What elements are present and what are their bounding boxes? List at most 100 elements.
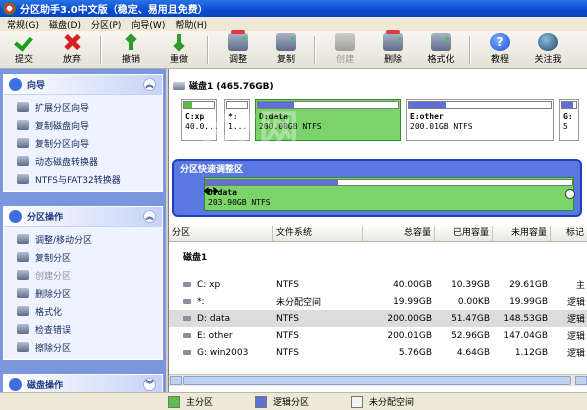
sidebar-item-extend-wizard[interactable]: 扩展分区向导 [4, 98, 162, 116]
sidebar-item-delete-partition[interactable]: 删除分区 [4, 284, 162, 302]
drive-icon [17, 120, 29, 130]
partition-block-e[interactable]: E:other 200.01GB NTFS [406, 99, 554, 141]
table-horizontal-scrollbar[interactable] [169, 374, 587, 386]
sidebar-item-ntfs-fat32-converter[interactable]: NTFS与FAT32转换器 [4, 170, 162, 188]
resize-handle-left-icon[interactable] [204, 187, 218, 195]
create-button[interactable]: 创建 [325, 32, 365, 68]
about-button[interactable]: 关注我 [528, 32, 568, 68]
drive-icon [17, 252, 29, 262]
help-icon: ? [490, 33, 510, 51]
resize-handle-right[interactable] [565, 189, 575, 199]
primary-swatch [168, 395, 180, 408]
drive-icon [17, 324, 29, 334]
sidebar-item-create-partition[interactable]: 创建分区 [4, 266, 162, 284]
menu-bar: 常规(G) 磁盘(D) 分区(P) 向导(W) 帮助(H) [0, 17, 587, 31]
wizard-panel: 向导 ︽ 扩展分区向导 复制磁盘向导 复制分区向导 动态磁盘转换器 NTFS与FA… [3, 74, 163, 192]
partition-table: 分区 文件系统 总容量 已用容量 未用容量 标记 磁盘1 C: xp NTFS … [169, 226, 587, 386]
col-filesystem[interactable]: 文件系统 [273, 226, 363, 241]
drive-icon [17, 138, 29, 148]
sidebar-item-copy-partition[interactable]: 复制分区 [4, 248, 162, 266]
close-icon [62, 33, 82, 51]
discard-button[interactable]: 放弃 [52, 32, 92, 68]
col-free[interactable]: 未用容量 [493, 226, 551, 241]
col-total[interactable]: 总容量 [363, 226, 435, 241]
copy-button[interactable]: 复制 [266, 32, 306, 68]
col-flag[interactable]: 标记 [551, 226, 587, 241]
create-drive-icon [335, 33, 355, 51]
hard-disk-icon [173, 81, 185, 90]
menu-wizard[interactable]: 向导(W) [126, 18, 170, 31]
quick-partition-name: D:data [208, 188, 237, 197]
drive-icon [17, 270, 29, 280]
chevron-up-icon[interactable]: ︽ [143, 210, 156, 223]
partition-block-g[interactable]: G: 5 [559, 99, 579, 141]
menu-disk[interactable]: 磁盘(D) [44, 18, 86, 31]
toolbar: 提交 放弃 撤销 重做 调整 复制 创建 删除 格式化 ? 教程 关注我 [0, 30, 587, 69]
drive-icon [17, 234, 29, 244]
drive-icon [183, 333, 191, 338]
menu-partition[interactable]: 分区(P) [86, 18, 126, 31]
table-row[interactable]: E: other NTFS 200.01GB 52.96GB 147.04GB … [169, 327, 587, 344]
legend-bar: 主分区 逻辑分区 未分配空间 [0, 392, 587, 410]
toolbar-separator [207, 36, 208, 64]
quick-partition-size: 203.90GB NTFS [208, 198, 271, 207]
sidebar-item-copy-partition-wizard[interactable]: 复制分区向导 [4, 134, 162, 152]
redo-button[interactable]: 重做 [159, 32, 199, 68]
drive-icon [17, 288, 29, 298]
drive-icon [17, 342, 29, 352]
wizard-icon [9, 78, 22, 91]
table-row[interactable]: G: win2003 NTFS 5.76GB 4.64GB 1.12GB 逻辑 [169, 344, 587, 361]
format-drive-icon [431, 33, 451, 51]
table-row[interactable]: *: 未分配空间 19.99GB 0.00KB 19.99GB 逻辑 [169, 293, 587, 310]
toolbar-separator [314, 36, 315, 64]
watermark: X7网 [200, 107, 299, 153]
scroll-right-arrow[interactable] [575, 376, 587, 385]
tutorial-button[interactable]: ? 教程 [480, 32, 520, 68]
sidebar-item-dynamic-disk-converter[interactable]: 动态磁盘转换器 [4, 152, 162, 170]
sidebar-item-wipe-partition[interactable]: 擦除分区 [4, 338, 162, 356]
toolbar-separator [469, 36, 470, 64]
chevron-down-icon[interactable]: ︾ [143, 378, 156, 391]
resize-drive-icon [228, 30, 248, 51]
col-used[interactable]: 已用容量 [435, 226, 493, 241]
legend-logical: 逻辑分区 [255, 395, 309, 408]
sidebar-item-check-errors[interactable]: 检查错误 [4, 320, 162, 338]
wizard-panel-header[interactable]: 向导 ︽ [4, 75, 162, 95]
partition-ops-header[interactable]: 分区操作 ︽ [4, 207, 162, 227]
table-row-selected[interactable]: D: data NTFS 200.00GB 51.47GB 148.53GB 逻… [169, 310, 587, 327]
drive-icon [183, 282, 191, 287]
sidebar: 向导 ︽ 扩展分区向导 复制磁盘向导 复制分区向导 动态磁盘转换器 NTFS与FA… [0, 69, 166, 396]
sidebar-item-format[interactable]: 格式化 [4, 302, 162, 320]
title-bar: 分区助手3.0中文版（稳定、易用且免费） [0, 0, 587, 17]
menu-general[interactable]: 常规(G) [2, 18, 44, 31]
scroll-left-arrow[interactable] [170, 376, 182, 385]
delete-button[interactable]: 删除 [373, 30, 413, 68]
resize-button[interactable]: 调整 [218, 30, 258, 68]
chevron-up-icon[interactable]: ︽ [143, 78, 156, 91]
app-icon [3, 2, 16, 15]
format-button[interactable]: 格式化 [421, 32, 461, 68]
redo-icon [169, 33, 189, 51]
drive-icon [183, 299, 191, 304]
globe-icon [538, 33, 558, 51]
undo-button[interactable]: 撤销 [111, 32, 151, 68]
quick-resize-bar[interactable]: D:data 203.90GB NTFS [204, 177, 574, 211]
toolbar-separator [100, 36, 101, 64]
quick-resize-area: 分区快速调整区 D:data 203.90GB NTFS [172, 159, 582, 217]
sidebar-item-copy-disk-wizard[interactable]: 复制磁盘向导 [4, 116, 162, 134]
menu-help[interactable]: 帮助(H) [170, 18, 212, 31]
sidebar-item-resize-move[interactable]: 调整/移动分区 [4, 230, 162, 248]
undo-icon [121, 33, 141, 51]
table-header: 分区 文件系统 总容量 已用容量 未用容量 标记 [169, 226, 587, 242]
legend-unallocated: 未分配空间 [351, 395, 414, 408]
disk-icon [9, 378, 22, 391]
partition-icon [9, 210, 22, 223]
drive-icon [17, 102, 29, 112]
submit-button[interactable]: 提交 [4, 32, 44, 68]
check-icon [14, 33, 34, 51]
drive-icon [183, 316, 191, 321]
scroll-thumb[interactable] [183, 376, 571, 385]
table-row[interactable]: C: xp NTFS 40.00GB 10.39GB 29.61GB 主 [169, 276, 587, 293]
col-partition[interactable]: 分区 [169, 226, 273, 241]
unallocated-swatch [351, 395, 364, 408]
